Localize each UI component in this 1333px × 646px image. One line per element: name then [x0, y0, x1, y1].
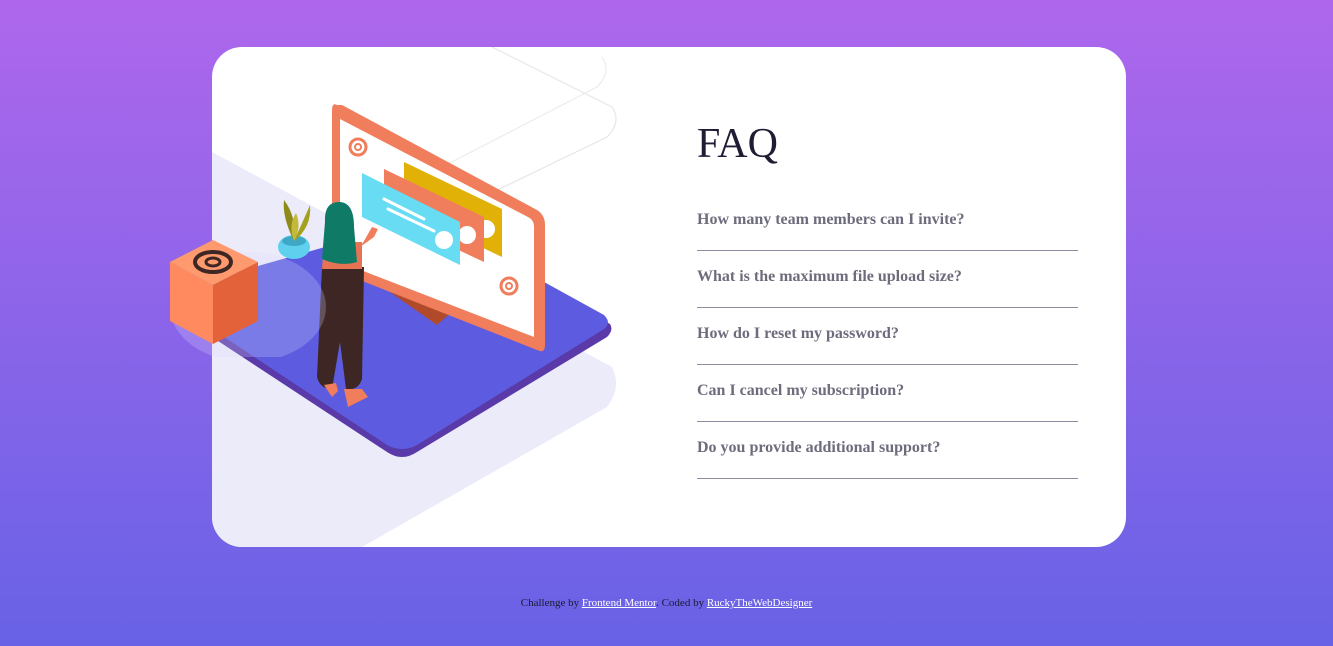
faq-item[interactable]: Can I cancel my subscription? — [697, 365, 1078, 422]
faq-question[interactable]: How do I reset my password? — [697, 325, 899, 343]
message-dot — [458, 226, 476, 244]
background-outline-shape-2 — [441, 56, 607, 168]
faq-question[interactable]: Can I cancel my subscription? — [697, 382, 904, 400]
faq-item[interactable]: How do I reset my password? — [697, 308, 1078, 365]
frontend-mentor-link[interactable]: Frontend Mentor — [582, 597, 656, 609]
faq-question[interactable]: How many team members can I invite? — [697, 211, 965, 229]
faq-item[interactable]: How many team members can I invite? — [697, 194, 1078, 251]
attribution-prefix: Challenge by — [520, 597, 582, 609]
attribution-middle: . Coded by — [656, 597, 707, 609]
cube-illustration — [170, 240, 326, 357]
faq-question[interactable]: Do you provide additional support? — [697, 439, 940, 457]
attribution: Challenge by Frontend Mentor. Coded by R… — [0, 597, 1333, 609]
faq-card: FAQ How many team members can I invite? … — [170, 47, 1126, 547]
faq-item[interactable]: What is the maximum file upload size? — [697, 251, 1078, 308]
author-link[interactable]: RuckyTheWebDesigner — [707, 597, 812, 609]
faq-title: FAQ — [697, 121, 778, 167]
faq-question[interactable]: What is the maximum file upload size? — [697, 268, 962, 286]
faq-item[interactable]: Do you provide additional support? — [697, 422, 1078, 479]
message-dot — [435, 231, 453, 249]
faq-list: How many team members can I invite? What… — [697, 194, 1078, 479]
